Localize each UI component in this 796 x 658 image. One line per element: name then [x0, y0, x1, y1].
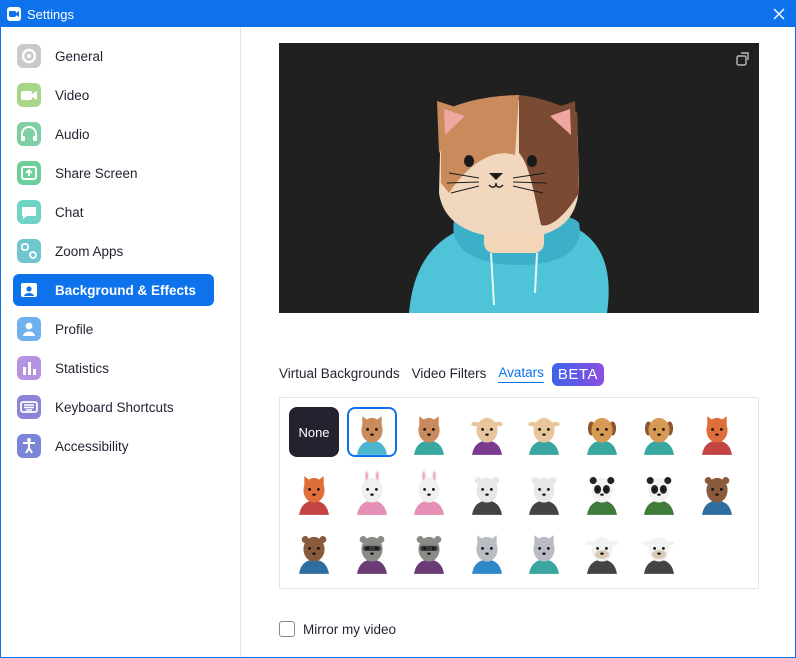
beaver-avatar-icon [299, 536, 329, 574]
avatar-option-beaver[interactable] [289, 526, 339, 576]
cow-tan-avatar-icon [470, 417, 503, 455]
window-title: Settings [27, 6, 74, 22]
cat-gray-avatar-icon [529, 535, 559, 574]
avatar-option-cow-holstein[interactable] [634, 526, 684, 576]
gear-icon [17, 44, 41, 68]
avatar-option-cat-calico[interactable] [404, 407, 454, 457]
mirror-video-option: Mirror my video [279, 621, 396, 637]
sidebar-item-label: Profile [55, 321, 94, 337]
sidebar-item-label: Statistics [55, 360, 110, 376]
avatar-option-polar-bear[interactable] [462, 467, 512, 517]
sidebar-item-audio[interactable]: Audio [13, 118, 214, 150]
settings-sidebar: General Video Audio Share Screen Chat Zoom Ap… [1, 27, 241, 657]
headphones-icon [17, 122, 41, 146]
mirror-video-checkbox[interactable] [279, 621, 295, 637]
cat-gray-avatar-icon [471, 535, 502, 574]
cow-tan-avatar-icon [528, 417, 560, 455]
sidebar-item-label: Keyboard Shortcuts [55, 399, 174, 415]
avatar-option-panda[interactable] [577, 467, 627, 517]
avatar-preview-image [409, 95, 609, 313]
avatar-option-cow-tan[interactable] [462, 407, 512, 457]
panda-avatar-icon [644, 476, 674, 515]
background-effects-panel: Virtual Backgrounds Video Filters Avatar… [242, 27, 795, 657]
person-icon [17, 317, 41, 341]
beaver-avatar-icon [701, 476, 732, 515]
settings-window: Settings General Video Audio Share Screen Ch… [0, 0, 796, 658]
avatar-option-raccoon[interactable] [404, 526, 454, 576]
avatar-option-cat-calico[interactable] [346, 407, 397, 457]
sidebar-item-video[interactable]: Video [13, 79, 214, 111]
tab-video-filters[interactable]: Video Filters [412, 366, 487, 383]
keyboard-icon [17, 395, 41, 419]
accessibility-icon [17, 434, 41, 458]
rabbit-avatar-icon [414, 468, 444, 515]
sidebar-item-keyboard-shortcuts[interactable]: Keyboard Shortcuts [13, 391, 214, 423]
sidebar-item-profile[interactable]: Profile [13, 313, 214, 345]
sidebar-item-label: General [55, 48, 104, 64]
bar-chart-icon [17, 356, 41, 380]
cat-calico-avatar-icon [356, 416, 387, 455]
sidebar-item-share-screen[interactable]: Share Screen [13, 157, 214, 189]
sidebar-item-statistics[interactable]: Statistics [13, 352, 214, 384]
video-camera-icon [17, 83, 41, 107]
avatar-none-button[interactable]: None [289, 407, 339, 457]
avatar-option-rabbit[interactable] [347, 467, 397, 517]
cow-holstein-avatar-icon [643, 536, 675, 574]
sidebar-item-chat[interactable]: Chat [13, 196, 214, 228]
zoom-logo-icon [7, 7, 21, 21]
polar-bear-avatar-icon [471, 476, 502, 515]
apps-icon [17, 239, 41, 263]
avatar-option-panda[interactable] [634, 467, 684, 517]
chat-bubble-icon [17, 200, 41, 224]
rotate-camera-icon[interactable] [735, 51, 751, 67]
mirror-video-label: Mirror my video [303, 621, 397, 637]
panda-avatar-icon [586, 476, 617, 515]
avatar-option-dog-beagle[interactable] [577, 407, 627, 457]
share-screen-icon [17, 161, 41, 185]
avatar-option-dog-beagle[interactable] [634, 407, 684, 457]
avatar-grid: None [279, 397, 759, 589]
avatar-option-fox[interactable] [289, 467, 339, 517]
avatar-option-fox[interactable] [692, 407, 742, 457]
avatar-option-cow-tan[interactable] [519, 407, 569, 457]
rabbit-avatar-icon [356, 468, 387, 515]
avatar-option-cat-gray[interactable] [462, 526, 512, 576]
sidebar-item-zoom-apps[interactable]: Zoom Apps [13, 235, 214, 267]
cat-calico-avatar-icon [414, 416, 444, 455]
close-icon[interactable] [769, 4, 789, 24]
avatar-option-cow-holstein[interactable] [577, 526, 627, 576]
sidebar-item-label: Chat [55, 204, 84, 220]
raccoon-avatar-icon [414, 536, 444, 574]
dog-beagle-avatar-icon [644, 417, 674, 455]
sidebar-item-label: Background & Effects [55, 282, 197, 298]
avatar-option-rabbit[interactable] [404, 467, 454, 517]
sidebar-item-label: Audio [55, 126, 90, 142]
tab-virtual-backgrounds[interactable]: Virtual Backgrounds [279, 366, 400, 383]
sidebar-item-label: Zoom Apps [55, 243, 124, 259]
video-preview [279, 43, 759, 313]
avatar-option-cat-gray[interactable] [519, 526, 569, 576]
raccoon-avatar-icon [356, 536, 387, 574]
cow-holstein-avatar-icon [585, 536, 618, 574]
dog-beagle-avatar-icon [586, 417, 617, 455]
sidebar-item-label: Video [55, 87, 90, 103]
title-bar: Settings [1, 1, 795, 27]
avatar-option-raccoon[interactable] [347, 526, 397, 576]
avatar-option-beaver[interactable] [692, 467, 742, 517]
avatar-option-polar-bear[interactable] [519, 467, 569, 517]
fox-avatar-icon [299, 475, 329, 515]
polar-bear-avatar-icon [529, 476, 559, 515]
effects-tabs: Virtual Backgrounds Video Filters Avatar… [279, 361, 604, 387]
sidebar-item-label: Accessibility [55, 438, 129, 454]
sidebar-item-background-effects[interactable]: Background & Effects [13, 274, 214, 306]
sidebar-item-accessibility[interactable]: Accessibility [13, 430, 214, 462]
tab-avatars[interactable]: Avatars [498, 365, 544, 383]
sidebar-item-general[interactable]: General [13, 40, 214, 72]
person-background-icon [17, 278, 41, 302]
fox-avatar-icon [701, 416, 732, 455]
beta-badge: BETA [551, 362, 604, 386]
sidebar-item-label: Share Screen [55, 165, 138, 181]
